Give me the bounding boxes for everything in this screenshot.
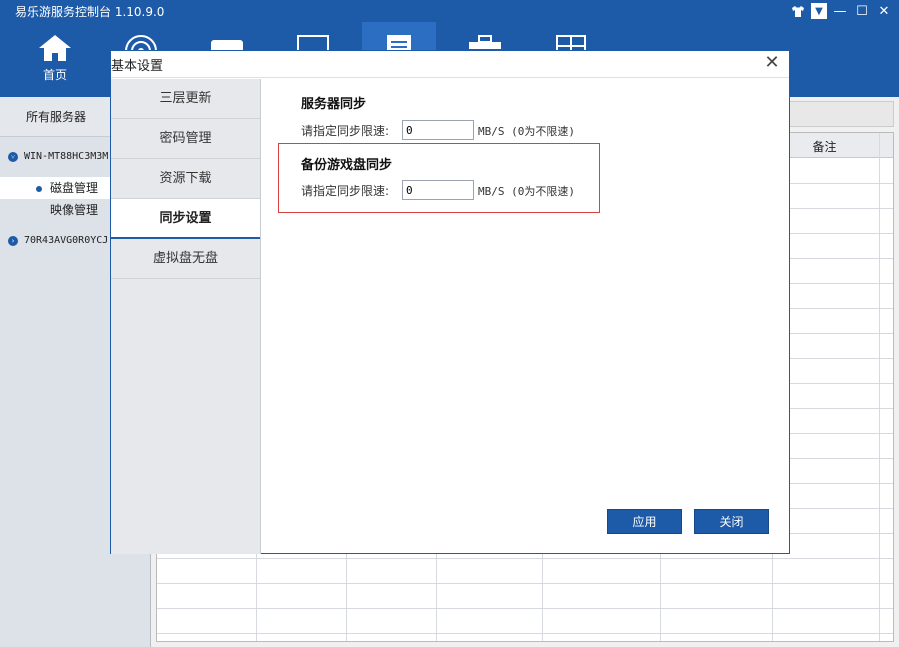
sync-settings-panel: 服务器同步 请指定同步限速: MB/S (0为不限速) 备份游戏盘同步 请指定同…: [262, 79, 790, 554]
shirt-icon[interactable]: [789, 2, 807, 20]
close-button[interactable]: 关闭: [694, 509, 769, 534]
server-sync-label: 请指定同步限速:: [301, 124, 390, 138]
sub-item-disk-label: 磁盘管理: [50, 181, 99, 195]
home-icon: [39, 35, 71, 61]
chevron-down-icon[interactable]: ˅: [8, 152, 18, 162]
server-name-2: 70R43AVG0R0YCJ: [24, 235, 109, 246]
maximize-icon[interactable]: ☐: [853, 2, 871, 20]
chevron-right-icon[interactable]: ›: [8, 236, 18, 246]
menu-item-resource-download[interactable]: 资源下载: [111, 159, 260, 199]
basic-settings-dialog: 基本设置 ✕ 三层更新 密码管理 资源下载 同步设置 虚拟盘无盘 服务器同步 请…: [110, 50, 790, 554]
dialog-titlebar: 基本设置 ✕: [111, 51, 789, 78]
backup-sync-speed-input[interactable]: [402, 180, 474, 200]
dialog-close-icon[interactable]: ✕: [761, 52, 783, 74]
dropdown-icon[interactable]: ▼: [811, 3, 827, 19]
minimize-icon[interactable]: —: [831, 2, 849, 20]
backup-sync-label: 请指定同步限速:: [301, 184, 390, 198]
sub-item-image-label: 映像管理: [50, 203, 99, 217]
nav-tab-home[interactable]: 首页: [18, 22, 92, 97]
server-sync-title: 服务器同步: [301, 97, 367, 112]
backup-sync-unit: MB/S (0为不限速): [478, 185, 575, 198]
nav-label-home: 首页: [42, 68, 67, 82]
backup-sync-title: 备份游戏盘同步: [301, 158, 393, 173]
menu-item-password[interactable]: 密码管理: [111, 119, 260, 159]
bullet-icon: [36, 185, 42, 192]
dialog-title: 基本设置: [111, 59, 164, 74]
apply-button[interactable]: 应用: [607, 509, 682, 534]
server-name-1: WIN-MT88HC3M3M: [24, 151, 109, 162]
close-icon[interactable]: ✕: [875, 2, 893, 20]
menu-item-sync-settings[interactable]: 同步设置: [111, 199, 260, 239]
settings-menu: 三层更新 密码管理 资源下载 同步设置 虚拟盘无盘: [111, 79, 261, 554]
server-sync-speed-input[interactable]: [402, 120, 474, 140]
menu-item-virtual-disk[interactable]: 虚拟盘无盘: [111, 239, 260, 279]
app-title: 易乐游服务控制台 1.10.9.0: [15, 5, 165, 19]
window-controls: ▼ — ☐ ✕: [789, 2, 893, 20]
server-sync-unit: MB/S (0为不限速): [478, 125, 575, 138]
menu-item-layer-update[interactable]: 三层更新: [111, 79, 260, 119]
